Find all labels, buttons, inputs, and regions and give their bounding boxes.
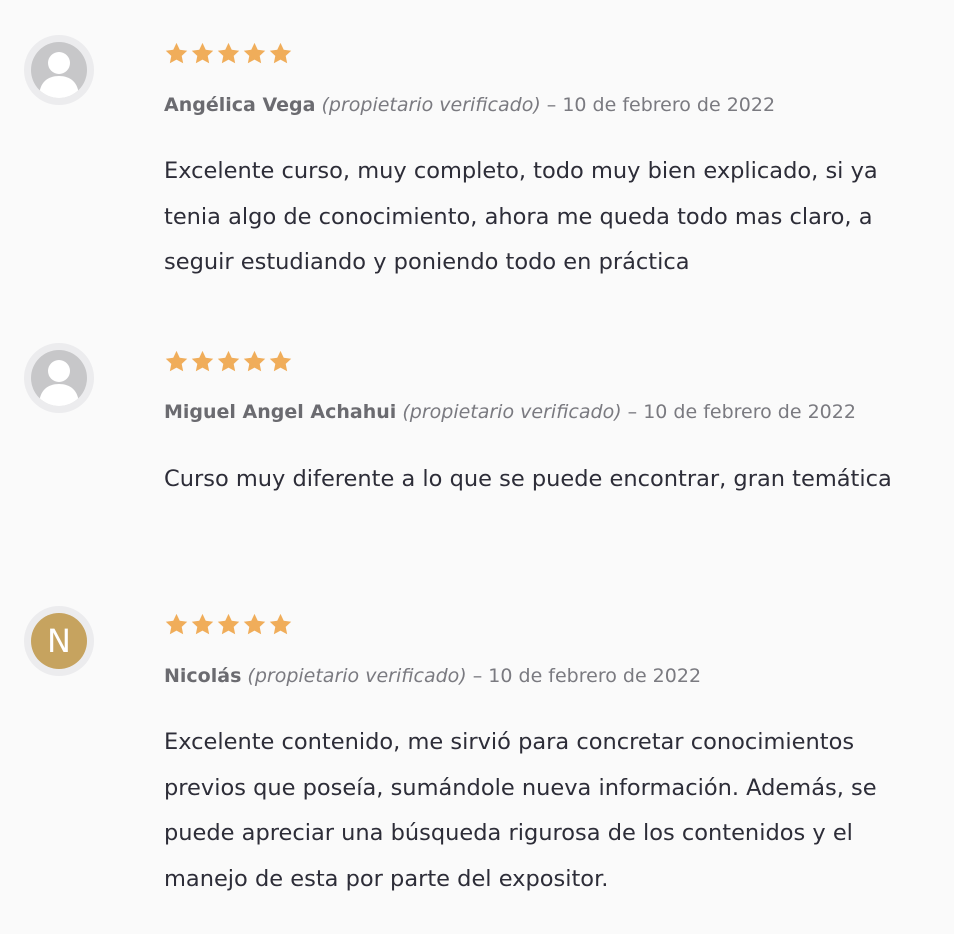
letter-avatar: N xyxy=(31,613,87,669)
review-date: 10 de febrero de 2022 xyxy=(562,94,776,116)
author-name: Nicolás xyxy=(164,665,242,687)
avatar xyxy=(24,343,94,413)
star-icon xyxy=(191,613,214,635)
meta-separator: – xyxy=(546,94,557,116)
verified-owner-label: (propietario verificado) xyxy=(402,401,622,423)
star-rating xyxy=(164,349,293,375)
star-icon xyxy=(165,350,188,372)
review-meta: Miguel Angel Achahui (propietario verifi… xyxy=(164,399,856,425)
review-date: 10 de febrero de 2022 xyxy=(643,401,856,423)
meta-separator: – xyxy=(472,665,483,687)
star-icon xyxy=(269,613,292,635)
star-icon xyxy=(269,350,292,372)
star-icon xyxy=(243,42,266,64)
author-name: Angélica Vega xyxy=(164,94,316,116)
review-text: Curso muy diferente a lo que se puede en… xyxy=(164,466,892,492)
star-icon xyxy=(165,613,188,635)
review-meta: Nicolás (propietario verificado) – 10 de… xyxy=(164,663,701,689)
review-text: Excelente curso, muy completo, todo muy … xyxy=(164,158,878,275)
star-icon xyxy=(191,350,214,372)
star-icon xyxy=(243,350,266,372)
user-silhouette-icon xyxy=(31,42,87,98)
meta-separator: – xyxy=(627,401,638,423)
review-meta: Angélica Vega (propietario verificado) –… xyxy=(164,92,775,118)
star-icon xyxy=(243,613,266,635)
star-icon xyxy=(165,42,188,64)
star-rating xyxy=(164,41,293,67)
star-rating xyxy=(164,612,293,638)
star-icon xyxy=(191,42,214,64)
avatar xyxy=(24,35,94,105)
review-text: Excelente contenido, me sirvió para conc… xyxy=(164,729,877,892)
star-icon xyxy=(217,350,240,372)
review-date: 10 de febrero de 2022 xyxy=(488,665,702,687)
user-silhouette-icon xyxy=(31,350,87,406)
avatar: N xyxy=(24,606,94,676)
star-icon xyxy=(217,42,240,64)
verified-owner-label: (propietario verificado) xyxy=(321,94,541,116)
author-name: Miguel Angel Achahui xyxy=(164,401,397,423)
verified-owner-label: (propietario verificado) xyxy=(247,665,467,687)
star-icon xyxy=(217,613,240,635)
star-icon xyxy=(269,42,292,64)
